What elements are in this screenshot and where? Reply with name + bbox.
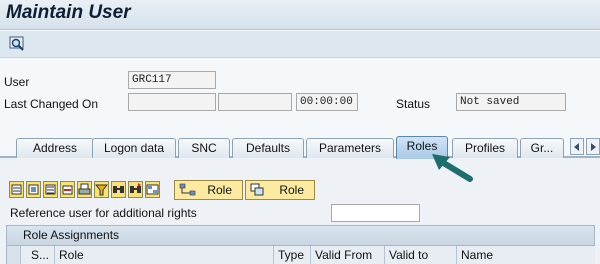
reference-user-input[interactable] bbox=[331, 204, 420, 222]
last-changed-label: Last Changed On bbox=[4, 97, 99, 111]
reference-user-label: Reference user for additional rights bbox=[10, 206, 197, 220]
application-toolbar bbox=[0, 31, 600, 58]
tab-scroll-left-button[interactable] bbox=[570, 138, 584, 155]
page-title: Maintain User bbox=[6, 2, 131, 23]
column-name[interactable]: Name bbox=[457, 246, 596, 264]
delete-row-icon-button[interactable] bbox=[60, 181, 75, 198]
print-icon-button[interactable] bbox=[77, 181, 92, 198]
display-glasses-icon[interactable] bbox=[8, 34, 28, 54]
tab-defaults[interactable]: Defaults bbox=[232, 138, 304, 158]
tab-address[interactable]: Address bbox=[16, 138, 94, 158]
pointer-arrow-icon bbox=[432, 154, 473, 182]
role-single-button-label: Role bbox=[279, 183, 304, 197]
role-tree-icon bbox=[179, 183, 197, 202]
row-selector-column[interactable] bbox=[7, 246, 21, 264]
role-table-header: S... Role Type Valid From Valid to Name bbox=[6, 246, 595, 264]
tab-snc[interactable]: SNC bbox=[178, 138, 230, 158]
detail-icon-button[interactable] bbox=[26, 181, 41, 198]
column-role[interactable]: Role bbox=[55, 246, 274, 264]
tab-scroll-right-button[interactable] bbox=[586, 138, 600, 155]
last-changed-time-field: 00:00:00 bbox=[296, 93, 358, 111]
role-copy-icon bbox=[250, 183, 266, 202]
column-valid-from[interactable]: Valid From bbox=[311, 246, 385, 264]
column-valid-to[interactable]: Valid to bbox=[385, 246, 457, 264]
user-field[interactable]: GRC117 bbox=[128, 71, 216, 89]
tab-parameters[interactable]: Parameters bbox=[306, 138, 394, 158]
find-icon-button[interactable] bbox=[111, 181, 126, 198]
last-changed-date-field bbox=[128, 93, 216, 111]
role-menu-button[interactable]: Role bbox=[174, 180, 243, 200]
role-assignments-title: Role Assignments bbox=[6, 225, 595, 246]
select-all-icon-button[interactable] bbox=[43, 181, 58, 198]
last-changed-by-field bbox=[218, 93, 292, 111]
tab-groups[interactable]: Gr... bbox=[520, 138, 564, 158]
role-menu-button-label: Role bbox=[207, 183, 232, 197]
settings-icon-button[interactable] bbox=[145, 181, 160, 198]
list-icon-button[interactable] bbox=[9, 181, 24, 198]
column-type[interactable]: Type bbox=[274, 246, 311, 264]
role-single-button[interactable]: Role bbox=[245, 180, 315, 200]
tab-logon-data[interactable]: Logon data bbox=[92, 138, 176, 158]
status-field: Not saved bbox=[456, 93, 566, 111]
filter-icon-button[interactable] bbox=[94, 181, 109, 198]
find-next-icon-button[interactable] bbox=[128, 181, 143, 198]
status-label: Status bbox=[396, 97, 431, 111]
user-label: User bbox=[4, 75, 30, 89]
column-status[interactable]: S... bbox=[27, 246, 55, 264]
arrow-left-icon bbox=[574, 143, 579, 151]
title-bar: Maintain User bbox=[0, 0, 600, 30]
arrow-right-icon bbox=[591, 143, 596, 151]
